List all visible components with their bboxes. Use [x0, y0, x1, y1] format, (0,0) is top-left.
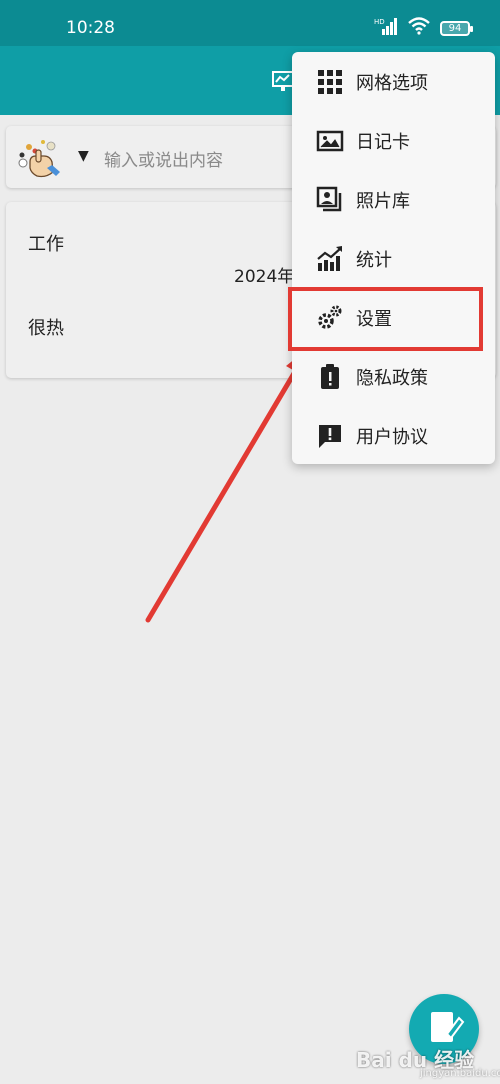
menu-item-label: 统计 [356, 249, 392, 271]
menu-item-label: 隐私政策 [356, 367, 428, 389]
privacy-icon [316, 363, 344, 391]
overflow-menu: 网格选项 日记卡 照片库 统计 设置 隐私政策 用户协议 [292, 52, 495, 464]
grid-icon [316, 68, 344, 96]
menu-item-diary-card[interactable]: 日记卡 [292, 111, 495, 170]
feedback-icon [316, 422, 344, 450]
image-card-icon [316, 127, 344, 155]
menu-item-label: 照片库 [356, 190, 410, 212]
menu-item-user-agreement[interactable]: 用户协议 [292, 406, 495, 465]
menu-item-label: 用户协议 [356, 426, 428, 448]
menu-item-label: 日记卡 [356, 131, 410, 153]
settings-highlight-box [288, 287, 483, 351]
menu-item-photo-library[interactable]: 照片库 [292, 170, 495, 229]
menu-item-label: 网格选项 [356, 72, 428, 94]
menu-item-statistics[interactable]: 统计 [292, 229, 495, 288]
menu-item-privacy-policy[interactable]: 隐私政策 [292, 347, 495, 406]
watermark-url: jingyan.baidu.com [420, 1068, 500, 1079]
photo-library-icon [316, 186, 344, 214]
chart-icon [316, 245, 344, 273]
menu-item-grid-options[interactable]: 网格选项 [292, 52, 495, 111]
